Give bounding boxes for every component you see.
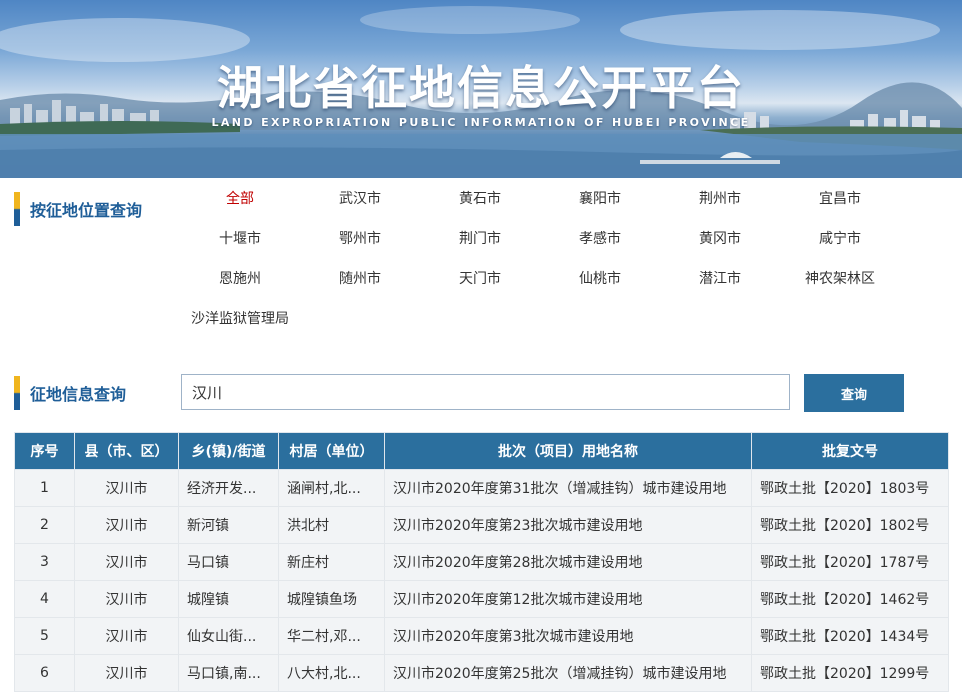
region-link[interactable]: 十堰市	[180, 228, 300, 248]
column-header-batch-name: 批次（项目）用地名称	[384, 432, 752, 470]
row-town: 马口镇	[178, 543, 279, 581]
column-header-index: 序号	[14, 432, 75, 470]
row-village: 华二村,邓...	[278, 617, 385, 655]
row-batch-name[interactable]: 汉川市2020年度第12批次城市建设用地	[384, 580, 752, 618]
row-town: 马口镇,南...	[178, 654, 279, 692]
column-header-approval-no: 批复文号	[751, 432, 949, 470]
section-marker-icon	[14, 376, 20, 410]
region-link[interactable]: 潜江市	[660, 268, 780, 288]
site-subtitle: LAND EXPROPRIATION PUBLIC INFORMATION OF…	[211, 116, 751, 129]
region-link[interactable]: 仙桃市	[540, 268, 660, 288]
row-town: 新河镇	[178, 506, 279, 544]
row-county: 汉川市	[74, 617, 179, 655]
row-index: 5	[14, 617, 75, 655]
region-link[interactable]: 黄冈市	[660, 228, 780, 248]
row-batch-name[interactable]: 汉川市2020年度第25批次（增减挂钩）城市建设用地	[384, 654, 752, 692]
row-batch-name[interactable]: 汉川市2020年度第23批次城市建设用地	[384, 506, 752, 544]
row-approval-no: 鄂政土批【2020】1802号	[751, 506, 949, 544]
location-filter-heading: 按征地位置查询	[14, 192, 142, 226]
region-link[interactable]: 武汉市	[300, 188, 420, 208]
region-link[interactable]: 天门市	[420, 268, 540, 288]
column-header-town: 乡(镇)/街道	[178, 432, 279, 470]
table-row[interactable]: 5 汉川市 仙女山街... 华二村,邓... 汉川市2020年度第3批次城市建设用地 鄂政…	[14, 617, 949, 655]
region-link[interactable]: 鄂州市	[300, 228, 420, 248]
site-title: 湖北省征地信息公开平台	[217, 61, 745, 115]
row-village: 涵闸村,北...	[278, 469, 385, 507]
column-header-village: 村居（单位）	[278, 432, 385, 470]
search-input[interactable]	[181, 374, 790, 410]
location-filter-label: 按征地位置查询	[30, 201, 143, 220]
row-county: 汉川市	[74, 654, 179, 692]
row-index: 1	[14, 469, 75, 507]
region-link[interactable]: 咸宁市	[780, 228, 900, 248]
region-link[interactable]: 襄阳市	[540, 188, 660, 208]
row-index: 4	[14, 580, 75, 618]
table-row[interactable]: 3 汉川市 马口镇 新庄村 汉川市2020年度第28批次城市建设用地 鄂政土批【2020】…	[14, 543, 949, 581]
row-village: 洪北村	[278, 506, 385, 544]
row-index: 2	[14, 506, 75, 544]
results-table: 序号 县（市、区） 乡(镇)/街道 村居（单位） 批次（项目）用地名称 批复文号…	[14, 432, 949, 692]
row-village: 八大村,北...	[278, 654, 385, 692]
region-link[interactable]: 随州市	[300, 268, 420, 288]
region-link[interactable]: 沙洋监狱管理局	[120, 308, 360, 328]
row-town: 仙女山街...	[178, 617, 279, 655]
search-label: 征地信息查询	[30, 385, 127, 404]
row-approval-no: 鄂政土批【2020】1299号	[751, 654, 949, 692]
table-row[interactable]: 4 汉川市 城隍镇 城隍镇鱼场 汉川市2020年度第12批次城市建设用地 鄂政土批【202…	[14, 580, 949, 618]
row-batch-name[interactable]: 汉川市2020年度第31批次（增减挂钩）城市建设用地	[384, 469, 752, 507]
row-batch-name[interactable]: 汉川市2020年度第3批次城市建设用地	[384, 617, 752, 655]
row-county: 汉川市	[74, 469, 179, 507]
region-link[interactable]: 荆州市	[660, 188, 780, 208]
row-village: 城隍镇鱼场	[278, 580, 385, 618]
search-button[interactable]: 查询	[804, 374, 904, 412]
row-batch-name[interactable]: 汉川市2020年度第28批次城市建设用地	[384, 543, 752, 581]
table-row[interactable]: 2 汉川市 新河镇 洪北村 汉川市2020年度第23批次城市建设用地 鄂政土批【2020】…	[14, 506, 949, 544]
row-index: 6	[14, 654, 75, 692]
header-banner: 湖北省征地信息公开平台 LAND EXPROPRIATION PUBLIC IN…	[0, 0, 962, 178]
section-marker-icon	[14, 192, 20, 226]
search-heading: 征地信息查询	[14, 376, 126, 410]
region-link[interactable]: 神农架林区	[780, 268, 900, 288]
region-link[interactable]: 黄石市	[420, 188, 540, 208]
table-header-row: 序号 县（市、区） 乡(镇)/街道 村居（单位） 批次（项目）用地名称 批复文号	[14, 432, 949, 470]
region-link[interactable]: 孝感市	[540, 228, 660, 248]
row-county: 汉川市	[74, 580, 179, 618]
column-header-county: 县（市、区）	[74, 432, 179, 470]
table-row[interactable]: 1 汉川市 经济开发... 涵闸村,北... 汉川市2020年度第31批次（增减挂钩）城…	[14, 469, 949, 507]
region-link[interactable]: 全部	[180, 188, 300, 208]
row-approval-no: 鄂政土批【2020】1434号	[751, 617, 949, 655]
row-county: 汉川市	[74, 506, 179, 544]
region-link[interactable]: 荆门市	[420, 228, 540, 248]
row-county: 汉川市	[74, 543, 179, 581]
row-town: 城隍镇	[178, 580, 279, 618]
region-link[interactable]: 恩施州	[180, 268, 300, 288]
row-approval-no: 鄂政土批【2020】1462号	[751, 580, 949, 618]
row-town: 经济开发...	[178, 469, 279, 507]
region-link[interactable]: 宜昌市	[780, 188, 900, 208]
row-approval-no: 鄂政土批【2020】1803号	[751, 469, 949, 507]
row-village: 新庄村	[278, 543, 385, 581]
row-index: 3	[14, 543, 75, 581]
row-approval-no: 鄂政土批【2020】1787号	[751, 543, 949, 581]
table-row[interactable]: 6 汉川市 马口镇,南... 八大村,北... 汉川市2020年度第25批次（增减挂钩）…	[14, 654, 949, 692]
